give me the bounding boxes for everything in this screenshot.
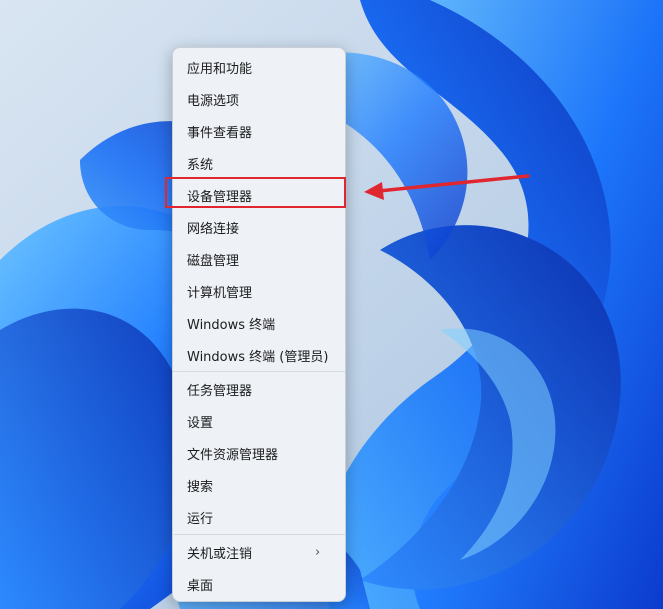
context-menu: 应用和功能 电源选项 事件查看器 系统 设备管理器 网络连接 磁盘管理 计算机管… <box>172 47 346 602</box>
menu-item-windows-terminal[interactable]: Windows 终端 <box>177 310 341 336</box>
menu-item-label: 事件查看器 <box>187 125 253 141</box>
menu-item-search[interactable]: 搜索 <box>177 472 341 498</box>
menu-item-settings[interactable]: 设置 <box>177 408 341 434</box>
menu-item-label: 文件资源管理器 <box>187 447 279 463</box>
menu-item-label: 电源选项 <box>187 93 240 109</box>
menu-item-run[interactable]: 运行 <box>177 504 341 530</box>
menu-item-label: Windows 终端 <box>187 317 276 333</box>
menu-item-power-options[interactable]: 电源选项 <box>177 86 341 112</box>
menu-item-label: 系统 <box>187 157 214 173</box>
highlight-box <box>165 177 346 208</box>
menu-item-label: 关机或注销 <box>187 546 253 562</box>
menu-item-label: 设置 <box>187 415 214 431</box>
menu-item-label: 网络连接 <box>187 221 240 237</box>
menu-item-event-viewer[interactable]: 事件查看器 <box>177 118 341 144</box>
menu-item-label: 运行 <box>187 511 214 527</box>
menu-item-label: 应用和功能 <box>187 61 253 77</box>
menu-item-apps-and-features[interactable]: 应用和功能 <box>177 54 341 80</box>
menu-item-label: Windows 终端 (管理员) <box>187 349 329 365</box>
menu-item-label: 任务管理器 <box>187 383 253 399</box>
menu-item-network-connections[interactable]: 网络连接 <box>177 214 341 240</box>
menu-item-label: 计算机管理 <box>187 285 253 301</box>
menu-item-label: 磁盘管理 <box>187 253 240 269</box>
menu-item-desktop[interactable]: 桌面 <box>177 571 341 597</box>
menu-item-label: 搜索 <box>187 479 214 495</box>
menu-item-windows-terminal-admin[interactable]: Windows 终端 (管理员) <box>177 342 341 368</box>
menu-item-file-explorer[interactable]: 文件资源管理器 <box>177 440 341 466</box>
menu-item-system[interactable]: 系统 <box>177 150 341 176</box>
menu-separator <box>173 371 345 372</box>
menu-item-computer-management[interactable]: 计算机管理 <box>177 278 341 304</box>
chevron-right-icon: › <box>315 544 321 560</box>
menu-item-task-manager[interactable]: 任务管理器 <box>177 376 341 402</box>
menu-item-disk-management[interactable]: 磁盘管理 <box>177 246 341 272</box>
menu-item-label: 桌面 <box>187 578 214 594</box>
menu-separator <box>173 534 345 535</box>
menu-item-shut-down-or-sign-out[interactable]: 关机或注销 › <box>177 539 341 565</box>
